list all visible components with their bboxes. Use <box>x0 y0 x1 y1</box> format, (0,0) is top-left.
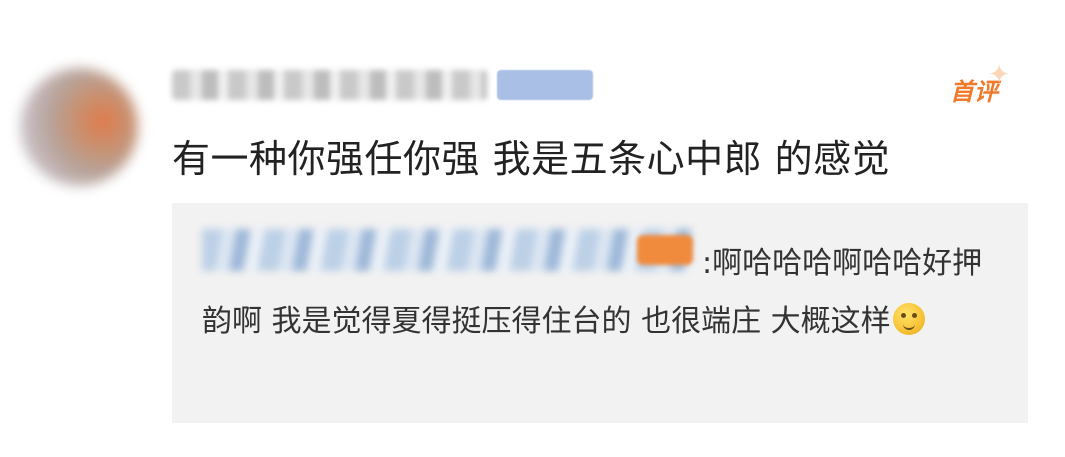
comment-text: 有一种你强任你强 我是五条心中郎 的感觉 <box>172 137 891 181</box>
username-blurred[interactable] <box>172 70 487 100</box>
first-comment-badge: 首评 ✦ <box>950 60 1010 107</box>
avatar[interactable] <box>20 68 138 186</box>
thinking-face-icon <box>892 303 925 335</box>
star-icon: ✦ <box>988 60 1010 90</box>
reply-box[interactable]: :啊哈哈哈啊哈哈好押韵啊 我是觉得夏得挺压得住台的 也很端庄 大概这样 <box>172 203 1028 423</box>
user-badge <box>497 70 593 100</box>
reply-text: :啊哈哈哈啊哈哈好押韵啊 我是觉得夏得挺压得住台的 也很端庄 大概这样 <box>202 246 983 339</box>
reply-text-container: :啊哈哈哈啊哈哈好押韵啊 我是觉得夏得挺压得住台的 也很端庄 大概这样 <box>202 235 1002 351</box>
